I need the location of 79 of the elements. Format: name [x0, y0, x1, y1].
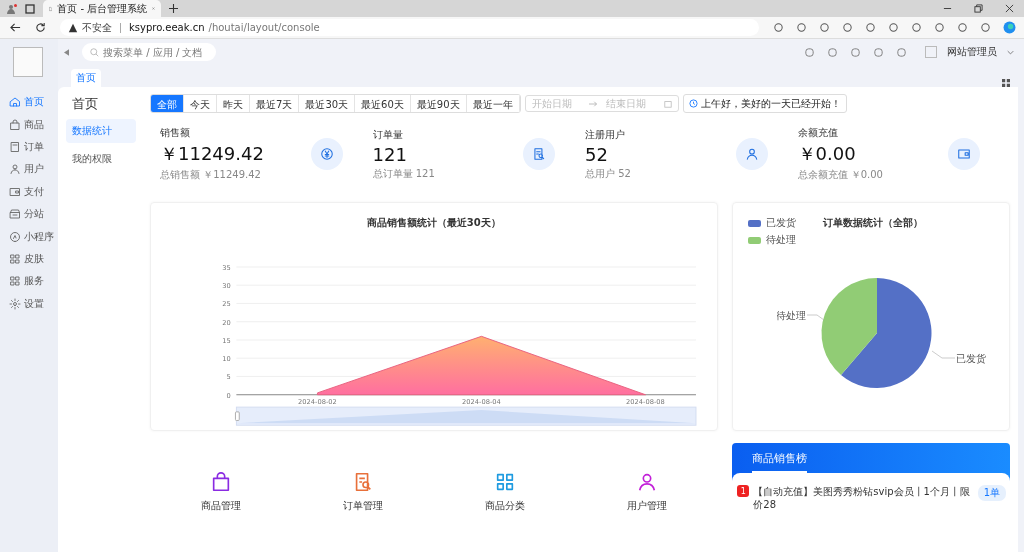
quick-link[interactable]: 商品分类: [485, 471, 526, 513]
broken-image-icon: [925, 46, 937, 58]
leader-line: [931, 350, 955, 359]
quick-link[interactable]: 商品管理: [201, 471, 242, 513]
zoom-slider[interactable]: [234, 406, 697, 426]
sidebar-item[interactable]: 分站: [3, 202, 44, 226]
order-icon: [532, 147, 546, 161]
yen-icon: [319, 147, 334, 161]
stat-label: 余额充值: [797, 126, 839, 140]
wallet-icon: [9, 185, 21, 198]
tab-actions-icon[interactable]: [25, 3, 35, 14]
browser-tab[interactable]: 首页 - 后台管理系统: [43, 0, 161, 17]
submenu-item[interactable]: 数据统计: [66, 119, 136, 143]
rank-badge: 1: [737, 485, 750, 497]
quick-link[interactable]: 用户管理: [627, 471, 668, 513]
grid-icon: [9, 252, 21, 265]
clock-icon: [688, 99, 698, 108]
search-field[interactable]: 搜索菜单 / 应用 / 文档: [82, 43, 216, 61]
wallet-icon: [957, 147, 971, 161]
sidebar-item[interactable]: 商品: [3, 113, 44, 136]
sidebar-item[interactable]: 首页: [3, 91, 44, 114]
stat-caption: 总余额充值 ￥0.00: [797, 168, 884, 182]
home-icon: [9, 96, 21, 109]
stat-label: 销售额: [160, 126, 191, 140]
grid-icon[interactable]: [1002, 79, 1010, 87]
sidebar-item[interactable]: 用户: [3, 158, 44, 181]
broken-image-icon: [13, 47, 43, 77]
chart-title: 商品销售额统计（最近30天）: [366, 216, 501, 230]
stat-caption: 总用户 52: [585, 166, 632, 181]
grid-icon: [9, 275, 21, 288]
quick-link[interactable]: 订单管理: [343, 471, 384, 513]
slice-label: 已发货: [955, 353, 986, 364]
filter-button[interactable]: 全部: [151, 95, 184, 112]
submenu-item[interactable]: 我的权限: [66, 147, 136, 171]
sidebar-item[interactable]: 订单: [3, 135, 44, 159]
count-badge: 1单: [977, 485, 1006, 501]
sidebar-item[interactable]: 小程序: [3, 225, 54, 248]
user-menu[interactable]: 网站管理员: [947, 45, 997, 59]
stat-label: 注册用户: [585, 127, 626, 142]
reload-icon[interactable]: [35, 22, 46, 33]
new-tab-icon[interactable]: [169, 4, 178, 13]
address-field[interactable]: 不安全 ksypro.eeak.cn /houtai/layout/console: [60, 19, 759, 36]
stat-label: 订单量: [372, 127, 404, 142]
doc-icon: [9, 140, 21, 153]
legend-label: 待处理: [765, 233, 796, 247]
greeting-badge: 上午好，美好的一天已经开始！: [682, 94, 847, 113]
stat-value: 52: [585, 143, 609, 165]
sidebar-item[interactable]: 服务: [3, 270, 44, 293]
restore-icon[interactable]: [974, 4, 983, 13]
page-tab[interactable]: 首页: [71, 69, 101, 87]
page-title: 首页: [71, 95, 99, 113]
profile-icon[interactable]: [7, 3, 17, 14]
copilot-icon[interactable]: [1003, 21, 1016, 34]
leader-line: [806, 314, 824, 321]
sidebar-item[interactable]: 设置: [3, 292, 44, 315]
back-icon[interactable]: [10, 22, 21, 33]
warning-icon: [68, 22, 78, 33]
user-icon: [744, 147, 759, 161]
stat-value: ￥0.00: [797, 142, 857, 166]
chart-title: 订单数据统计（全部）: [822, 216, 923, 230]
user-icon: [9, 163, 21, 176]
sidebar-item[interactable]: 皮肤: [3, 247, 44, 271]
tab-title: 首页 - 后台管理系统: [57, 1, 148, 16]
arrow-icon: [589, 100, 599, 107]
stat-caption: 总销售额 ￥11249.42: [160, 168, 262, 182]
bag-icon: [9, 118, 21, 131]
stat-value: ￥11249.42: [160, 142, 265, 166]
sidebar-item[interactable]: 支付: [3, 180, 44, 203]
collapse-icon[interactable]: [64, 48, 69, 56]
close-icon[interactable]: [1005, 4, 1014, 13]
product-name: 【自动充值】美图秀秀粉钻svip会员丨1个月丨限价28: [753, 485, 971, 511]
mini-icon: [9, 230, 21, 243]
stat-value: 121: [372, 143, 408, 165]
search-icon: [90, 47, 99, 57]
store-icon: [9, 208, 21, 221]
gear-icon: [9, 297, 21, 310]
calendar-icon: [663, 99, 672, 108]
legend-label: 已发货: [765, 216, 796, 230]
stat-caption: 总订单量 121: [372, 166, 436, 181]
